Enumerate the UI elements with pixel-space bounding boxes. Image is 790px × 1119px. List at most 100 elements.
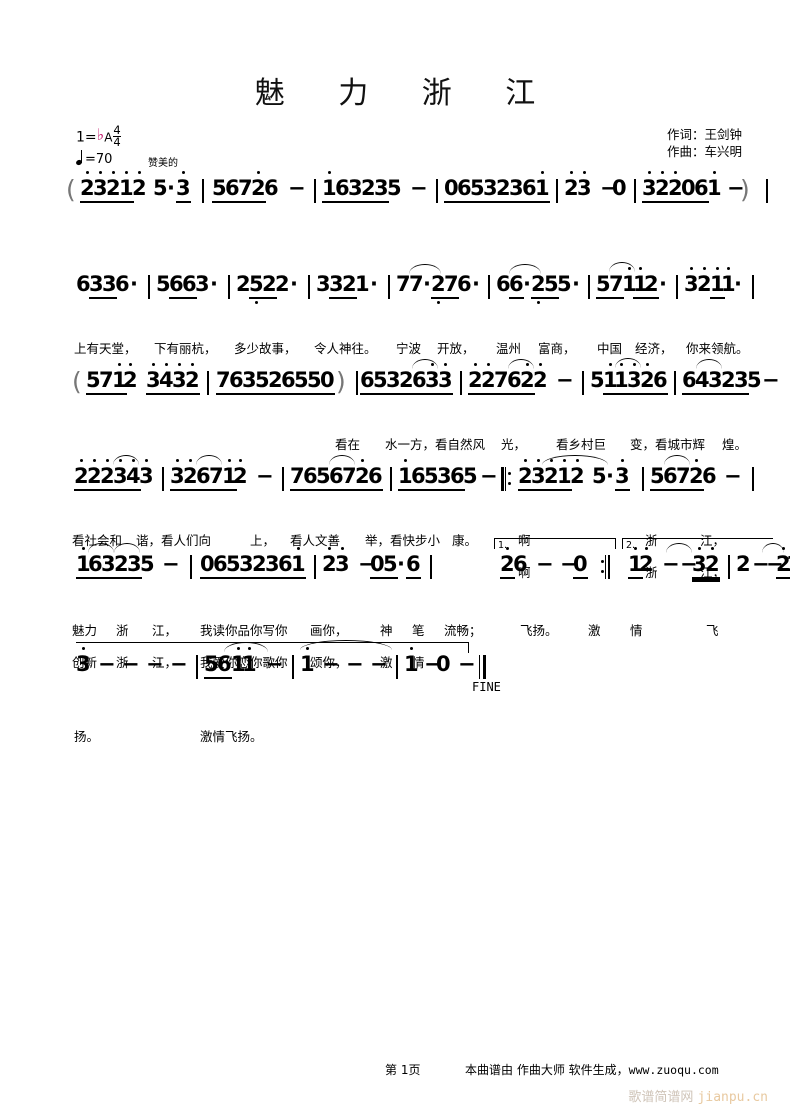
barline — [676, 275, 678, 299]
barline — [752, 467, 754, 491]
generator-url: www.zuoqu.com — [628, 1063, 719, 1077]
repeat-dots — [600, 560, 604, 580]
barline — [190, 555, 192, 579]
augmentation-dot: · — [167, 176, 175, 200]
augmentation-dot: · — [523, 272, 531, 296]
close-paren: ) — [740, 175, 750, 204]
sustain-dash: − — [256, 464, 274, 488]
quarter-note-icon — [76, 150, 85, 166]
barline — [460, 371, 462, 395]
system-2-lyrics: 上有天堂， 下有丽杭， 多少故事， 令人神往。 宁波 开放， 温州 富商， 中国… — [0, 338, 790, 356]
lyric-syllable: 激 — [588, 623, 601, 638]
barline — [390, 467, 392, 491]
augmentation-dot: · — [734, 272, 742, 296]
barline — [356, 371, 358, 395]
note: 3 — [335, 547, 350, 576]
note: 1 — [291, 547, 306, 579]
system-5-notes: 1 6 3 2 3 5 − 0 6 5 3 2 3 6 1 2 3 − 0 5 … — [0, 543, 790, 586]
page-number: 第 1页 — [385, 1063, 421, 1077]
composer-credit: 作曲：车兴明 — [666, 144, 742, 159]
fine-marking: FINE — [472, 680, 501, 694]
augmentation-dot: · — [472, 272, 480, 296]
final-barline — [479, 655, 487, 679]
barline — [488, 275, 490, 299]
barline — [388, 275, 390, 299]
rest: 0 — [320, 368, 335, 395]
note: 2 — [570, 459, 585, 488]
flat-icon: ♭ — [96, 124, 105, 144]
lyric-syllable: 宁波 — [396, 341, 422, 356]
note: 7 — [409, 272, 424, 296]
slur — [615, 358, 641, 368]
sustain-dash: − — [536, 552, 554, 576]
system-3-lyrics: 看在 水一方，看自然风 光， 看乡村巨 变，看城市辉 煌。 — [0, 434, 790, 452]
generator-text: 本曲谱由 作曲大师 软件生成， — [465, 1063, 629, 1077]
sustain-dash: − — [370, 652, 388, 676]
lyric-syllable: 神 — [380, 623, 393, 638]
note: 2 — [185, 363, 200, 395]
note: 6 — [702, 464, 717, 488]
lyric-syllable: 煌。 — [722, 437, 748, 452]
lyric-syllable: 令人神往。 — [314, 341, 377, 356]
note: 1 — [786, 552, 790, 579]
lyric-syllable: 上， — [250, 533, 276, 548]
system-2-notes: 6 3 3 6 · 5 6 6 3 · 2 5 2 2 · 3 3 2 1 · — [0, 262, 790, 306]
lyric-syllable: 中国 — [597, 341, 623, 356]
tempo-marking: =70 — [76, 150, 113, 167]
time-signature: 4 4 — [113, 124, 121, 148]
credits: 作词：王剑钟 作曲：车兴明 — [667, 126, 742, 160]
lyric-syllable: 扬。 — [74, 729, 100, 744]
barline — [642, 467, 644, 491]
barline — [556, 179, 558, 203]
lyric-syllable: 多少故事， — [234, 341, 297, 356]
augmentation-dot: · — [210, 272, 218, 296]
augmentation-dot: · — [397, 552, 405, 576]
sustain-dash: − — [122, 652, 140, 676]
note: 3 — [139, 459, 154, 488]
barline — [728, 555, 730, 579]
system-6-notes: 3 − − − − 5 6 1 1 − 1 − − − 1 − 0 − FINE — [0, 640, 790, 694]
barline — [396, 655, 398, 679]
note: 2 — [123, 363, 138, 392]
note: 5 — [747, 368, 762, 392]
lyric-syllable: 温州 — [496, 341, 522, 356]
note: 2 — [533, 363, 548, 392]
lyric-syllable: 光， — [501, 437, 527, 452]
sustain-dash: − — [98, 652, 116, 676]
barline — [148, 275, 150, 299]
augmentation-dot: · — [290, 272, 298, 296]
note: 5 — [463, 464, 478, 488]
barline — [634, 179, 636, 203]
system-5-lyrics-verse1: 魅力 浙 江， 我读你品你写你 画你， 神 笔 流畅； 飞扬。 激 情 飞 — [0, 620, 790, 638]
note: 2 — [275, 272, 290, 296]
note: 1 — [242, 647, 257, 676]
augmentation-dot: · — [572, 272, 580, 296]
generator-credit: 本曲谱由 作曲大师 软件生成，www.zuoqu.com — [465, 1061, 719, 1078]
open-paren: ( — [66, 175, 76, 204]
note: 2 — [132, 171, 147, 200]
lyric-syllable: 水一方，看自然风 — [385, 437, 486, 452]
note: 5 — [592, 464, 607, 488]
lyric-syllable: 你来领航。 — [686, 341, 749, 356]
lyric-syllable: 下有丽杭， — [154, 341, 217, 356]
augmentation-dot: · — [423, 272, 431, 296]
repeat-start-sign — [501, 467, 511, 492]
sustain-dash: − — [322, 652, 340, 676]
note: 2 — [736, 552, 751, 576]
close-paren: ) — [336, 367, 346, 396]
note: 6 — [457, 272, 472, 296]
watermark-en: jianpu.cn — [697, 1090, 768, 1105]
system-3: ( 5 7 1 2 3 4 3 2 7 6 3 5 2 6 5 5 0 ) 6 — [0, 358, 790, 452]
note: 1 — [707, 171, 722, 200]
sustain-dash: − — [146, 652, 164, 676]
rest: 0 — [436, 652, 451, 676]
sustain-dash: − — [458, 652, 476, 676]
note: 2 — [233, 459, 248, 488]
barline — [282, 467, 284, 491]
sustain-dash: − — [346, 652, 364, 676]
note: 2 — [644, 272, 659, 299]
lyric-syllable: 谐，看人们向 — [136, 533, 212, 548]
note: 5 — [387, 176, 402, 200]
repeat-dots — [507, 472, 511, 492]
tempo-value: =70 — [85, 152, 113, 167]
